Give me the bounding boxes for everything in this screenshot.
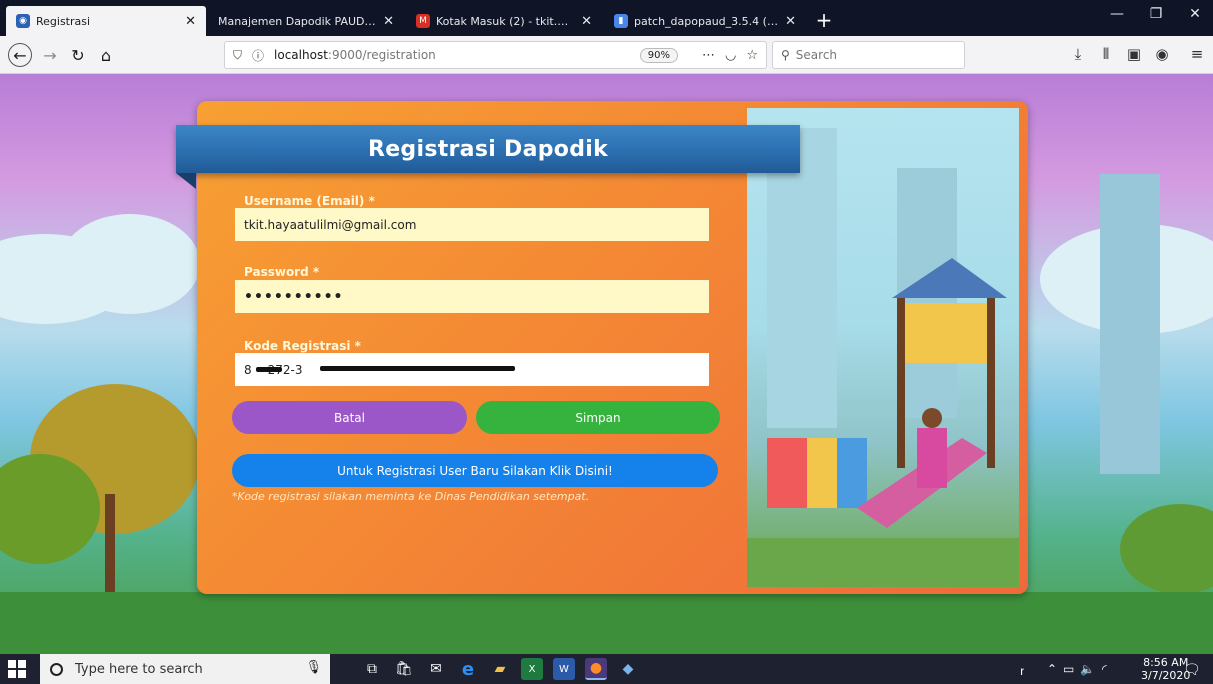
taskbar-search-placeholder: Type here to search [75, 661, 203, 677]
forward-icon[interactable]: → [38, 43, 62, 67]
sidebar-icon[interactable]: ▣ [1123, 45, 1145, 63]
kode-registrasi-label: Kode Registrasi * [244, 339, 361, 353]
shield-icon[interactable]: ⛉ [233, 48, 242, 63]
url-text[interactable]: localhost:9000/registration [274, 48, 640, 62]
battery-icon[interactable]: ▭ [1063, 662, 1074, 676]
new-tab-button[interactable]: + [810, 8, 838, 32]
back-icon[interactable]: ← [8, 43, 32, 67]
username-value: tkit.hayaatulilmi@gmail.com [244, 217, 417, 232]
simpan-button[interactable]: Simpan [476, 401, 720, 434]
redaction-mark [256, 367, 282, 372]
tab-title: Manajemen Dapodik PAUD dan Diks [218, 14, 377, 28]
bookmark-star-icon[interactable]: ☆ [746, 48, 758, 63]
username-field[interactable]: tkit.hayaatulilmi@gmail.com [235, 208, 709, 241]
close-tab-icon[interactable]: ✕ [581, 14, 592, 29]
cloud-shape [60, 214, 200, 314]
tab-registrasi[interactable]: ◉ Registrasi ✕ [6, 6, 206, 36]
microphone-icon[interactable]: 🎙 [305, 660, 322, 675]
address-bar[interactable]: ⛉ ⓘ localhost:9000/registration 90% ⋯ ◡ … [224, 41, 767, 69]
page-background: Registrasi Dapodik Username (Email) * tk… [0, 74, 1213, 654]
browser-nav-bar: ← → ↻ ⌂ ⛉ ⓘ localhost:9000/registration … [0, 36, 1213, 74]
tree-shape [1120, 504, 1213, 594]
playground-illustration [747, 108, 1019, 587]
edge-icon[interactable]: e [457, 658, 479, 680]
playground-art [747, 128, 1019, 587]
show-hidden-icons-icon[interactable]: ⌃ [1047, 662, 1057, 676]
info-icon[interactable]: ⓘ [252, 47, 264, 64]
store-icon[interactable]: 🛍 [393, 658, 415, 680]
gmail-icon: M [416, 14, 430, 28]
task-view-icon[interactable]: ⧉ [361, 658, 383, 680]
close-tab-icon[interactable]: ✕ [185, 14, 196, 29]
tab-kotak-masuk[interactable]: M Kotak Masuk (2) - tkit.hayaatul ✕ [406, 6, 602, 36]
search-icon: ⚲ [781, 48, 790, 62]
minimize-icon[interactable]: — [1097, 6, 1137, 22]
close-tab-icon[interactable]: ✕ [383, 14, 394, 29]
search-placeholder: Search [795, 48, 838, 62]
page-actions-icon[interactable]: ⋯ [702, 48, 715, 63]
url-path: :9000/registration [327, 48, 436, 62]
windows-start-icon[interactable] [8, 660, 26, 678]
wifi-icon[interactable]: ◜ [1102, 662, 1107, 676]
mail-icon[interactable]: ✉ [425, 658, 447, 680]
app-icon[interactable]: ◆ [617, 658, 639, 680]
pocket-icon[interactable]: ◡ [725, 48, 736, 63]
tab-title: Registrasi [36, 14, 91, 28]
username-label: Username (Email) * [244, 194, 375, 208]
redaction-mark [320, 366, 515, 371]
tab-manajemen-dapodik[interactable]: Manajemen Dapodik PAUD dan Diks ✕ [208, 6, 404, 36]
excel-icon[interactable]: X [521, 658, 543, 680]
kode-prefix: 8 [244, 362, 252, 377]
browser-tab-bar: ◉ Registrasi ✕ Manajemen Dapodik PAUD da… [0, 0, 1213, 36]
globe-icon: ◉ [16, 14, 30, 28]
reload-icon[interactable]: ↻ [66, 43, 90, 67]
menu-icon[interactable]: ≡ [1186, 45, 1208, 63]
account-icon[interactable]: ◉ [1151, 45, 1173, 63]
form-header-ribbon: Registrasi Dapodik [176, 125, 800, 173]
tree-trunk [105, 494, 115, 594]
zoom-badge[interactable]: 90% [639, 47, 678, 63]
restore-icon[interactable]: ❐ [1136, 6, 1176, 22]
download-icon[interactable]: ⤓ [1067, 45, 1089, 63]
ground-strip [0, 592, 1213, 654]
password-label: Password * [244, 265, 320, 279]
registration-note: *Kode registrasi silakan meminta ke Dina… [232, 490, 590, 503]
file-explorer-icon[interactable]: ▰ [489, 658, 511, 680]
close-window-icon[interactable]: ✕ [1175, 6, 1213, 22]
firefox-icon[interactable]: ● [585, 658, 607, 680]
register-new-user-button[interactable]: Untuk Registrasi User Baru Silakan Klik … [232, 454, 718, 487]
volume-icon[interactable]: 🔈 [1080, 662, 1095, 676]
page-title: Registrasi Dapodik [367, 136, 609, 162]
ribbon-fold [176, 173, 196, 189]
url-host: localhost [274, 48, 328, 62]
library-icon[interactable]: ⫴ [1095, 45, 1117, 63]
password-field[interactable]: •••••••••• [235, 280, 709, 313]
firefox-glyph: ● [589, 660, 603, 676]
tab-patch-dapopaud[interactable]: ▮ patch_dapopaud_3.5.4 (2020).e ✕ [604, 6, 806, 36]
password-value: •••••••••• [244, 288, 344, 305]
home-icon[interactable]: ⌂ [94, 43, 118, 67]
tab-title: Kotak Masuk (2) - tkit.hayaatul [436, 14, 575, 28]
close-tab-icon[interactable]: ✕ [785, 14, 796, 29]
building-shape [1100, 174, 1160, 474]
notifications-icon[interactable]: 🗨 [1183, 662, 1201, 678]
tab-title: patch_dapopaud_3.5.4 (2020).e [634, 14, 779, 28]
taskbar-search-box[interactable]: Type here to search 🎙 [40, 654, 330, 684]
search-box[interactable]: ⚲ Search [772, 41, 965, 69]
people-icon[interactable]: ꭇ [1020, 662, 1024, 679]
cortana-icon [50, 662, 63, 676]
word-icon[interactable]: W [553, 658, 575, 680]
windows-taskbar: Type here to search 🎙 ⧉ 🛍 ✉ e ▰ X W ● ◆ … [0, 654, 1213, 684]
batal-button[interactable]: Batal [232, 401, 467, 434]
file-icon: ▮ [614, 14, 628, 28]
